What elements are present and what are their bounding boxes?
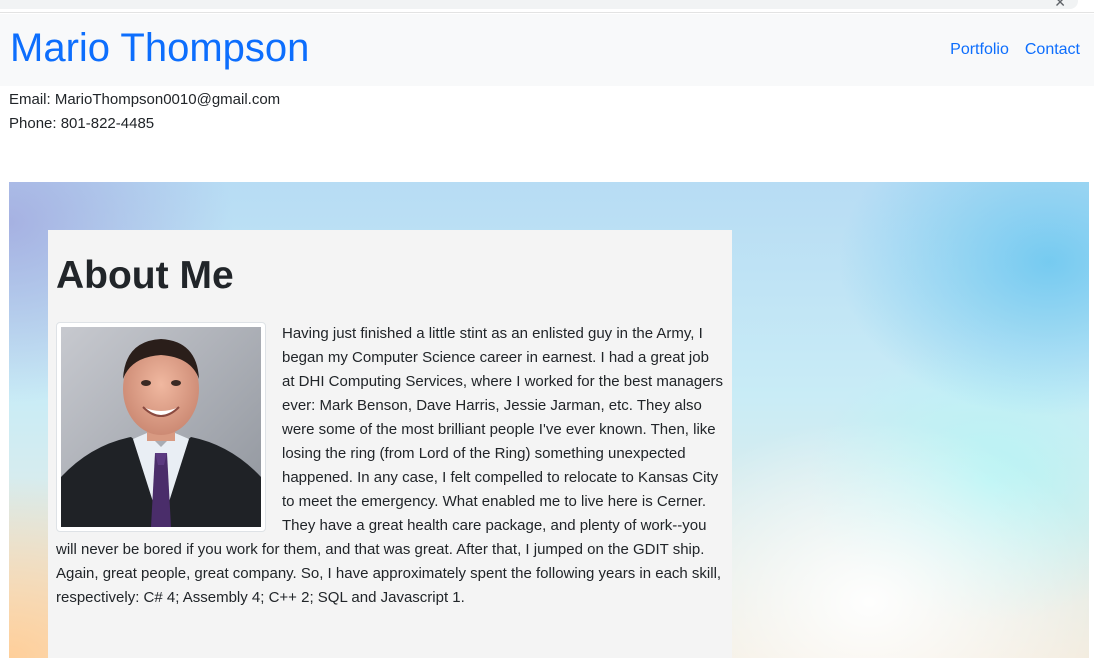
browser-address-bar-edge <box>0 0 1078 9</box>
contact-info: Email: MarioThompson0010@gmail.com Phone… <box>9 88 280 136</box>
nav-link-contact[interactable]: Contact <box>1025 40 1080 60</box>
email-line: Email: MarioThompson0010@gmail.com <box>9 91 281 108</box>
nav-links: Portfolio Contact <box>950 40 1080 60</box>
phone-line: Phone: 801-822-4485 <box>9 115 155 132</box>
about-heading: About Me <box>56 254 234 297</box>
hero-background: About Me Having just finished a little s… <box>9 182 1089 658</box>
browser-top-strip: ✕ <box>0 0 1094 13</box>
nav-link-portfolio[interactable]: Portfolio <box>950 40 1009 60</box>
about-card: About Me Having just finished a little s… <box>48 230 732 658</box>
navbar: Mario Thompson Portfolio Contact <box>0 14 1094 86</box>
profile-photo-frame <box>56 322 266 532</box>
close-icon[interactable]: ✕ <box>1054 0 1066 11</box>
brand-link[interactable]: Mario Thompson <box>10 24 309 72</box>
profile-photo <box>61 327 261 527</box>
